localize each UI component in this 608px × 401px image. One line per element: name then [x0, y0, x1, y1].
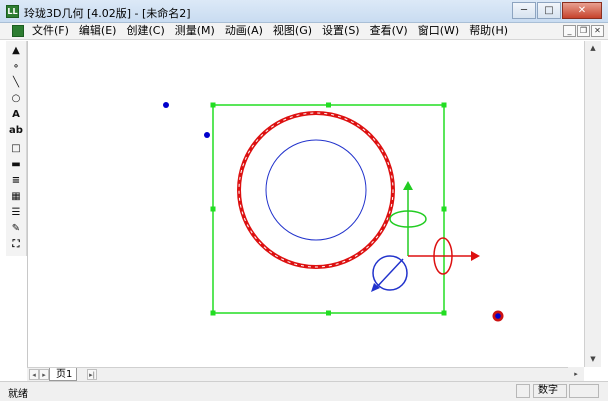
close-button[interactable]: ✕ [562, 2, 602, 19]
resize-handle[interactable] [210, 310, 216, 316]
selected-point[interactable] [495, 313, 501, 319]
grid-tool-icon[interactable]: ▦ [7, 189, 25, 204]
menu-file[interactable]: 文件(F) [29, 24, 72, 38]
menu-help[interactable]: 帮助(H) [466, 24, 511, 38]
tab-nav-prev-icon[interactable]: ◂ [29, 369, 39, 380]
menu-animate[interactable]: 动画(A) [222, 24, 266, 38]
text-tool-icon[interactable]: A [7, 107, 25, 122]
vertical-scrollbar[interactable]: ▲ ▼ [584, 41, 601, 367]
scroll-up-icon[interactable]: ▲ [585, 41, 601, 56]
document-window-controls: _ ❐ ✕ [562, 25, 604, 37]
bounding-box[interactable] [212, 104, 445, 314]
status-panel-blank [569, 384, 599, 398]
resize-handle[interactable] [441, 102, 447, 108]
pencil-tool-icon[interactable]: ✎ [7, 221, 25, 236]
menu-edit[interactable]: 编辑(E) [76, 24, 120, 38]
circle-tool-icon[interactable]: ○ [7, 91, 25, 106]
free-point[interactable] [163, 102, 169, 108]
maximize-button[interactable]: □ [537, 2, 561, 19]
doc-restore-button[interactable]: ❐ [577, 25, 590, 37]
resize-handle[interactable] [210, 206, 216, 212]
status-text: 就绪 [8, 389, 28, 400]
doc-minimize-button[interactable]: _ [563, 25, 576, 37]
scroll-right-icon[interactable]: ▸ [568, 367, 584, 381]
tab-nav-next-icon[interactable]: ▸ [39, 369, 49, 380]
scroll-down-icon[interactable]: ▼ [585, 352, 601, 367]
title-bar: LL 玲珑3D几何 [4.02版] - [未命名2] ─ □ ✕ [0, 0, 608, 23]
resize-handles[interactable] [210, 102, 447, 316]
resize-handle[interactable] [210, 102, 216, 108]
free-point[interactable] [204, 132, 210, 138]
resize-handle[interactable] [441, 310, 447, 316]
menu-create[interactable]: 创建(C) [123, 24, 167, 38]
stack-tool-icon[interactable]: ☰ [7, 205, 25, 220]
resize-handle[interactable] [326, 310, 331, 316]
line-tool-icon[interactable]: ╲ [7, 75, 25, 90]
toolbox: ▲ ∘ ╲ ○ A ab □ ▬ ≡ ▦ ☰ ✎ ⛶ [6, 41, 27, 256]
status-mode: 数字 [533, 384, 567, 398]
status-panel-empty [516, 384, 530, 398]
z-axis-line[interactable] [374, 258, 404, 290]
doc-close-button[interactable]: ✕ [591, 25, 604, 37]
y-axis-arrow-icon[interactable] [403, 181, 413, 190]
parallel-lines-tool-icon[interactable]: ≡ [7, 173, 25, 188]
menu-settings[interactable]: 设置(S) [319, 24, 363, 38]
minimize-button[interactable]: ─ [512, 2, 536, 19]
window-title: 玲珑3D几何 [4.02版] - [未命名2] [24, 7, 191, 20]
point-tool-icon[interactable]: ∘ [7, 59, 25, 74]
x-axis-arrow-icon[interactable] [471, 251, 480, 261]
tab-page-1[interactable]: 页1 [49, 368, 78, 381]
menu-look[interactable]: 查看(V) [367, 24, 411, 38]
geometry-drawing[interactable] [28, 41, 585, 367]
menu-bar: 文件(F) 编辑(E) 创建(C) 测量(M) 动画(A) 视图(G) 设置(S… [0, 23, 608, 40]
page-tab-bar: ◂ ▸ 页1 ▸| ▸ [27, 367, 584, 381]
rectangle-tool-icon[interactable]: □ [7, 141, 25, 156]
select-arrow-icon[interactable]: ▲ [7, 43, 25, 58]
outer-ring[interactable] [237, 111, 395, 269]
menu-measure[interactable]: 测量(M) [172, 24, 218, 38]
drawing-canvas[interactable] [27, 41, 585, 367]
menu-window[interactable]: 窗口(W) [415, 24, 462, 38]
menu-view[interactable]: 视图(G) [270, 24, 315, 38]
menu-items: 文件(F) 编辑(E) 创建(C) 测量(M) 动画(A) 视图(G) 设置(S… [29, 24, 515, 38]
resize-handle[interactable] [326, 102, 331, 108]
inner-circle[interactable] [265, 139, 367, 241]
resize-handle[interactable] [441, 206, 447, 212]
app-logo-icon: LL [6, 5, 19, 18]
bold-lines-tool-icon[interactable]: ▬ [7, 157, 25, 172]
window-controls: ─ □ ✕ [511, 2, 602, 19]
status-bar: 就绪 数字 [0, 381, 608, 401]
graph-tool-icon[interactable]: ⛶ [7, 237, 25, 252]
document-icon[interactable] [12, 25, 24, 37]
tab-nav-last-icon[interactable]: ▸| [87, 369, 97, 380]
label-tool-icon[interactable]: ab [7, 123, 25, 138]
